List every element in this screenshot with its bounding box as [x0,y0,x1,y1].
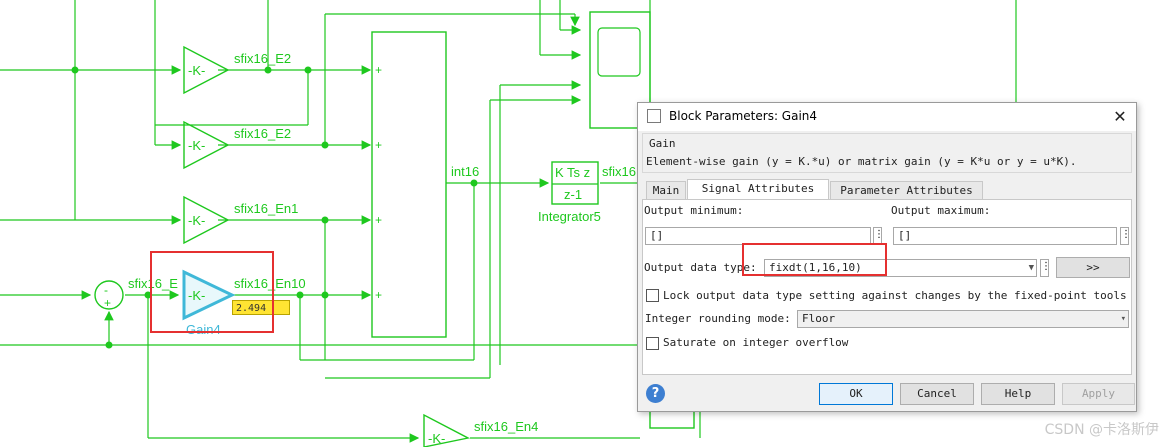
signal-label: sfix16 [602,164,636,179]
gain-label: -K- [188,138,206,153]
rounding-mode-value: Floor [802,312,836,325]
apply-button[interactable]: Apply [1062,383,1135,405]
port-plus: + [375,138,383,152]
port-plus: + [375,213,383,227]
block-description: Element-wise gain (y = K.*u) or matrix g… [646,155,1077,168]
sum-minus-sign: - [104,283,108,297]
highlight-box-gain4 [150,251,274,333]
block-parameters-dialog: Block Parameters: Gain4 ✕ Gain Element-w… [637,102,1137,412]
lock-output-checkbox[interactable] [646,289,659,302]
help-button[interactable]: Help [981,383,1055,405]
rounding-mode-select[interactable]: Floor ▾ [797,310,1129,328]
saturate-checkbox[interactable] [646,337,659,350]
signal-label: sfix16_En4 [474,419,539,434]
sum-plus-sign: + [104,296,112,310]
rounding-mode-label: Integer rounding mode: [645,312,791,325]
chevron-down-icon[interactable]: ▼ [1029,260,1034,276]
signal-label: sfix16_E2 [234,126,292,141]
description-panel: Gain Element-wise gain (y = K.*u) or mat… [642,133,1132,173]
saturate-label: Saturate on integer overflow [663,336,849,349]
watermark: CSDN @卡洛斯伊 [1044,422,1159,438]
gain-label: -K- [428,431,446,446]
section-title: Gain [649,137,676,150]
signal-label: sfix16_En1 [234,201,299,216]
highlight-box-data-type [742,243,887,276]
signal-attributes-panel: Output minimum: Output maximum: [] ⋮ [] … [642,199,1132,375]
port-plus: + [375,288,383,302]
ok-button[interactable]: OK [819,383,893,405]
output-minimum-label: Output minimum: [644,204,744,217]
port-plus: + [375,63,383,77]
tab-signal-attributes[interactable]: Signal Attributes [687,179,829,200]
output-maximum-more-button[interactable]: ⋮ [1120,227,1131,245]
tab-main[interactable]: Main [646,181,686,199]
help-icon[interactable]: ? [646,384,665,403]
integrator-name: Integrator5 [538,209,601,224]
close-icon[interactable]: ✕ [1108,106,1132,128]
integrator-denominator: z-1 [564,187,583,202]
output-data-type-more-button[interactable]: ⋮ [1040,259,1051,277]
integrator-numerator: K Ts z [555,165,591,180]
signal-label: int16 [451,164,480,179]
output-data-type-label: Output data type: [644,261,757,274]
signal-label: sfix16_E2 [234,51,292,66]
dialog-title: Block Parameters: Gain4 [669,109,818,123]
chevron-down-icon[interactable]: ▾ [1121,311,1126,327]
tab-parameter-attributes[interactable]: Parameter Attributes [830,181,983,199]
lock-output-label: Lock output data type setting against ch… [663,289,1127,302]
data-type-assistant-button[interactable]: >> [1056,257,1130,278]
gain-label: -K- [188,213,206,228]
cancel-button[interactable]: Cancel [900,383,974,405]
simulink-block-icon [647,109,661,123]
dialog-titlebar[interactable]: Block Parameters: Gain4 ✕ [638,103,1136,131]
gain-label: -K- [188,63,206,78]
output-maximum-label: Output maximum: [891,204,991,217]
output-maximum-field[interactable]: [] [893,227,1117,245]
